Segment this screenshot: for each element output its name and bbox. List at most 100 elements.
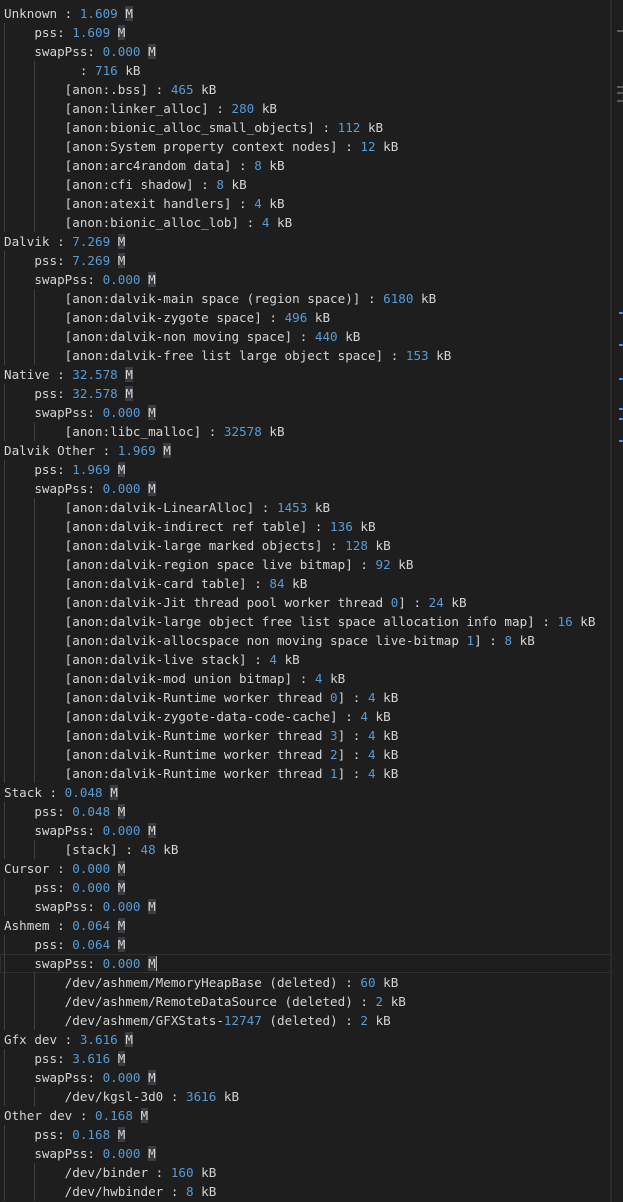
editor-line[interactable]: pss: 0.064 M: [0, 935, 612, 954]
editor-line[interactable]: [anon:dalvik-LinearAlloc] : 1453 kB: [0, 498, 612, 517]
editor-line[interactable]: swapPss: 0.000 M: [0, 954, 612, 973]
editor-line[interactable]: Other dev : 0.168 M: [0, 1106, 612, 1125]
editor-line[interactable]: swapPss: 0.000 M: [0, 897, 612, 916]
editor-line[interactable]: [anon:dalvik-card table] : 84 kB: [0, 574, 612, 593]
editor-line[interactable]: /dev/ashmem/GFXStats-12747 (deleted) : 2…: [0, 1011, 612, 1030]
editor-line[interactable]: [anon:dalvik-allocspace non moving space…: [0, 631, 612, 650]
editor-line[interactable]: pss: 1.609 M: [0, 23, 612, 42]
line-label: pss:: [34, 386, 73, 401]
editor-line[interactable]: swapPss: 0.000 M: [0, 1144, 612, 1163]
editor-line[interactable]: [anon:dalvik-non moving space] : 440 kB: [0, 327, 612, 346]
editor-line[interactable]: [anon:dalvik-Runtime worker thread 2] : …: [0, 745, 612, 764]
editor-line[interactable]: [stack] : 48 kB: [0, 840, 612, 859]
line-unit: M: [148, 481, 156, 496]
value-separator: [110, 462, 118, 477]
line-label: /dev/ashmem/MemoryHeapBase (deleted) :: [64, 975, 361, 990]
editor-line[interactable]: [anon:dalvik-mod union bitmap] : 4 kB: [0, 669, 612, 688]
editor-line[interactable]: pss: 3.616 M: [0, 1049, 612, 1068]
editor-line[interactable]: pss: 0.048 M: [0, 802, 612, 821]
line-label-tail: ] :: [474, 633, 505, 648]
line-label: /dev/ashmem/RemoteDataSource (deleted) :: [64, 994, 376, 1009]
editor-line[interactable]: [anon:arc4random data] : 8 kB: [0, 156, 612, 175]
editor-line[interactable]: [anon:dalvik-region space live bitmap] :…: [0, 555, 612, 574]
line-label: [anon:dalvik-live stack] :: [64, 652, 270, 667]
editor-line[interactable]: [anon:cfi shadow] : 8 kB: [0, 175, 612, 194]
editor-line[interactable]: pss: 7.269 M: [0, 251, 612, 270]
editor-line[interactable]: [anon:System property context nodes] : 1…: [0, 137, 612, 156]
line-label: swapPss:: [34, 899, 103, 914]
indent-guide: [4, 327, 5, 346]
indent-guide: [4, 346, 5, 365]
editor-line[interactable]: /dev/hwbinder : 8 kB: [0, 1182, 612, 1201]
editor-line[interactable]: [anon:linker_alloc] : 280 kB: [0, 99, 612, 118]
editor-line[interactable]: [anon:dalvik-zygote space] : 496 kB: [0, 308, 612, 327]
editor-line[interactable]: Stack : 0.048 M: [0, 783, 612, 802]
editor-line[interactable]: Unknown : 1.609 M: [0, 4, 612, 23]
editor-line[interactable]: Native : 32.578 M: [0, 365, 612, 384]
indent-guide: [4, 251, 5, 270]
line-label: [anon:libc_malloc] :: [64, 424, 224, 439]
line-unit: kB: [428, 348, 452, 363]
line-label-tail: ] :: [337, 766, 368, 781]
editor-line[interactable]: [anon:dalvik-main space (region space)] …: [0, 289, 612, 308]
editor-line[interactable]: [anon:dalvik-indirect ref table] : 136 k…: [0, 517, 612, 536]
line-value: 84: [269, 576, 285, 591]
editor-line[interactable]: [anon:dalvik-zygote-data-code-cache] : 4…: [0, 707, 612, 726]
line-unit: M: [117, 25, 126, 40]
overview-ruler-mark: [619, 312, 623, 314]
line-label: [anon:atexit handlers] :: [64, 196, 255, 211]
editor-line[interactable]: [anon:bionic_alloc_lob] : 4 kB: [0, 213, 612, 232]
line-label: /dev/binder :: [64, 1165, 171, 1180]
indent-guide: [4, 650, 5, 669]
editor-line[interactable]: [anon:dalvik-live stack] : 4 kB: [0, 650, 612, 669]
editor-line[interactable]: swapPss: 0.000 M: [0, 1068, 612, 1087]
editor-line[interactable]: [anon:bionic_alloc_small_objects] : 112 …: [0, 118, 612, 137]
editor-line[interactable]: Dalvik Other : 1.969 M: [0, 441, 612, 460]
indent-guide: [34, 289, 36, 308]
line-value: 153: [405, 348, 429, 363]
editor-line[interactable]: Ashmem : 0.064 M: [0, 916, 612, 935]
editor-line[interactable]: Dalvik : 7.269 M: [0, 232, 612, 251]
editor-line[interactable]: [anon:dalvik-Runtime worker thread 0] : …: [0, 688, 612, 707]
editor-line[interactable]: : 716 kB: [0, 61, 612, 80]
editor-line[interactable]: [anon:dalvik-free list large object spac…: [0, 346, 612, 365]
indent-guide: [4, 1011, 5, 1030]
editor-line[interactable]: [anon:.bss] : 465 kB: [0, 80, 612, 99]
indent-guide: [4, 1087, 5, 1106]
editor-line[interactable]: /dev/kgsl-3d0 : 3616 kB: [0, 1087, 612, 1106]
indent-guide: [34, 650, 36, 669]
line-unit: kB: [269, 215, 293, 230]
line-unit: kB: [307, 500, 331, 515]
editor-line[interactable]: swapPss: 0.000 M: [0, 479, 612, 498]
editor-line[interactable]: swapPss: 0.000 M: [0, 42, 612, 61]
editor-line[interactable]: [anon:dalvik-Runtime worker thread 1] : …: [0, 764, 612, 783]
indent-guide: [34, 346, 36, 365]
editor-line[interactable]: pss: 0.168 M: [0, 1125, 612, 1144]
editor-line[interactable]: [anon:dalvik-large object free list spac…: [0, 612, 612, 631]
text-editor[interactable]: Unknown : 1.609 M pss: 1.609 M swapPss: …: [0, 4, 612, 1201]
line-value: 0.000: [102, 272, 141, 287]
editor-line[interactable]: [anon:dalvik-Runtime worker thread 3] : …: [0, 726, 612, 745]
indent-guide: [4, 1144, 5, 1163]
editor-line[interactable]: [anon:dalvik-large marked objects] : 128…: [0, 536, 612, 555]
line-label: pss:: [34, 1127, 73, 1142]
editor-line[interactable]: pss: 1.969 M: [0, 460, 612, 479]
line-label: [anon:dalvik-free list large object spac…: [64, 348, 406, 363]
editor-line[interactable]: /dev/ashmem/RemoteDataSource (deleted) :…: [0, 992, 612, 1011]
editor-line[interactable]: Cursor : 0.000 M: [0, 859, 612, 878]
editor-line[interactable]: pss: 0.000 M: [0, 878, 612, 897]
editor-line[interactable]: Gfx dev : 3.616 M: [0, 1030, 612, 1049]
editor-line[interactable]: [anon:atexit handlers] : 4 kB: [0, 194, 612, 213]
editor-line[interactable]: swapPss: 0.000 M: [0, 270, 612, 289]
editor-line[interactable]: /dev/binder : 160 kB: [0, 1163, 612, 1182]
line-label: swapPss:: [34, 405, 103, 420]
editor-line[interactable]: swapPss: 0.000 M: [0, 821, 612, 840]
indent-guide: [34, 213, 36, 232]
indent-guide: [34, 194, 36, 213]
editor-line[interactable]: [anon:dalvik-Jit thread pool worker thre…: [0, 593, 612, 612]
vertical-scrollbar[interactable]: [611, 0, 623, 1202]
editor-line[interactable]: [anon:libc_malloc] : 32578 kB: [0, 422, 612, 441]
editor-line[interactable]: /dev/ashmem/MemoryHeapBase (deleted) : 6…: [0, 973, 612, 992]
editor-line[interactable]: swapPss: 0.000 M: [0, 403, 612, 422]
editor-line[interactable]: pss: 32.578 M: [0, 384, 612, 403]
